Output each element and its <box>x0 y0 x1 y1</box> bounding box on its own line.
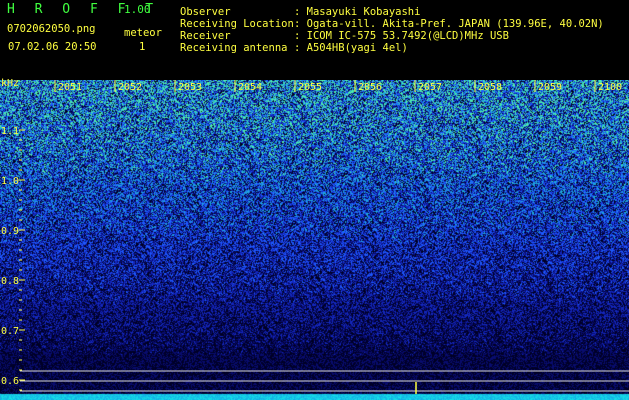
filename: 0702062050.png <box>7 23 96 35</box>
antenna-value: : A504HB(yagi 4el) <box>294 42 408 54</box>
observer-label: Observer <box>180 6 231 18</box>
location-value: : Ogata-vill. Akita-Pref. JAPAN (139.96E… <box>294 18 604 30</box>
observer-value: : Masayuki Kobayashi <box>294 6 421 18</box>
app-version: 1.00 <box>124 3 151 16</box>
date-time: 07.02.06 20:50 <box>8 41 97 53</box>
receiver-label: Receiver <box>180 30 231 42</box>
spectrogram-canvas <box>0 80 629 400</box>
meteor-count: 1 <box>139 41 146 53</box>
meteor-label: meteor <box>124 27 162 39</box>
header-panel: H R O F F T 1.00 0702062050.png 07.02.06… <box>0 0 629 80</box>
receiver-value: : ICOM IC-575 53.7492(@LCD)MHz USB <box>294 30 509 42</box>
location-label: Receiving Location <box>180 18 294 30</box>
antenna-label: Receiving antenna <box>180 42 288 54</box>
